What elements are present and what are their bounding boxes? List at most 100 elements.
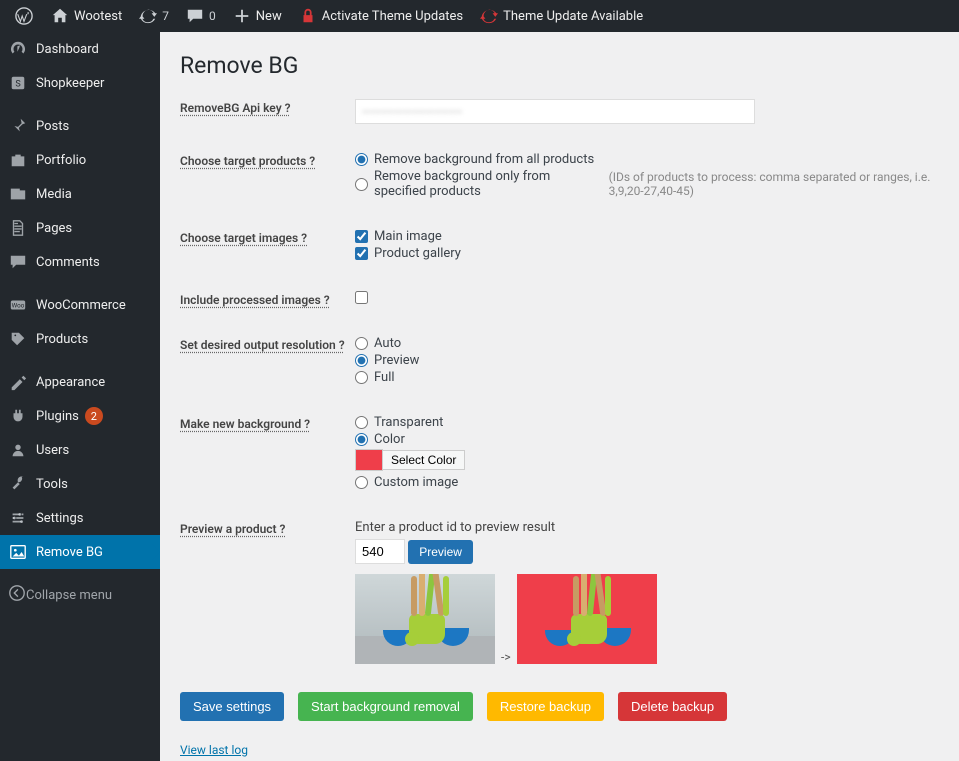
shopkeeper-icon: S <box>8 73 28 93</box>
update-available-icon <box>479 6 499 26</box>
menu-products[interactable]: Products <box>0 322 160 356</box>
page-content: Remove BG RemoveBG Api key ? Choose targ… <box>160 32 959 761</box>
admin-sidebar: Dashboard S Shopkeeper Posts Portfolio Me… <box>0 32 160 761</box>
svg-text:S: S <box>15 80 20 90</box>
collapse-icon <box>8 584 26 606</box>
update-icon <box>138 6 158 26</box>
comment-icon <box>185 6 205 26</box>
menu-woocommerce[interactable]: Woo WooCommerce <box>0 288 160 322</box>
users-icon <box>8 440 28 460</box>
wp-logo[interactable] <box>6 0 42 32</box>
new-content[interactable]: New <box>224 0 290 32</box>
menu-label: Settings <box>36 511 83 526</box>
product-gallery-check[interactable]: Product gallery <box>355 246 939 261</box>
preview-hint: Enter a product id to preview result <box>355 520 939 535</box>
res-full-radio[interactable]: Full <box>355 370 939 385</box>
theme-update-available[interactable]: Theme Update Available <box>471 0 651 32</box>
include-processed-label: Include processed images ? <box>180 291 355 307</box>
home-icon <box>50 6 70 26</box>
menu-posts[interactable]: Posts <box>0 109 160 143</box>
color-swatch <box>355 449 383 471</box>
menu-users[interactable]: Users <box>0 433 160 467</box>
target-specified-radio[interactable]: Remove background only from specified pr… <box>355 169 939 199</box>
preview-button[interactable]: Preview <box>408 540 473 564</box>
comments-count: 0 <box>209 9 216 23</box>
menu-label: Dashboard <box>36 42 99 57</box>
menu-label: Remove BG <box>36 545 103 560</box>
menu-label: WooCommerce <box>36 298 126 313</box>
activate-label: Activate Theme Updates <box>322 9 463 24</box>
menu-label: Products <box>36 332 88 347</box>
svg-text:Woo: Woo <box>12 302 25 310</box>
target-all-radio[interactable]: Remove background from all products <box>355 152 939 167</box>
main-image-check[interactable]: Main image <box>355 229 939 244</box>
image-icon <box>8 542 28 562</box>
menu-label: Posts <box>36 119 69 134</box>
media-icon <box>8 184 28 204</box>
res-auto-radio[interactable]: Auto <box>355 336 939 351</box>
preview-id-input[interactable] <box>355 539 405 564</box>
plugin-updates-badge: 2 <box>85 407 103 425</box>
pages-icon <box>8 218 28 238</box>
dashboard-icon <box>8 39 28 59</box>
menu-label: Tools <box>36 477 68 492</box>
menu-label: Pages <box>36 221 72 236</box>
tools-icon <box>8 474 28 494</box>
site-title: Wootest <box>74 9 122 24</box>
menu-remove-bg[interactable]: Remove BG <box>0 535 160 569</box>
menu-label: Media <box>36 187 72 202</box>
collapse-menu[interactable]: Collapse menu <box>0 577 160 613</box>
target-hint: (IDs of products to process: comma separ… <box>609 170 939 198</box>
menu-dashboard[interactable]: Dashboard <box>0 32 160 66</box>
menu-label: Shopkeeper <box>36 76 104 91</box>
menu-appearance[interactable]: Appearance <box>0 365 160 399</box>
menu-label: Comments <box>36 255 100 270</box>
appearance-icon <box>8 372 28 392</box>
select-color-button[interactable]: Select Color <box>382 450 465 470</box>
preview-arrow: -> <box>501 650 511 664</box>
comments[interactable]: 0 <box>177 0 224 32</box>
plus-icon <box>232 6 252 26</box>
portfolio-icon <box>8 150 28 170</box>
menu-settings[interactable]: Settings <box>0 501 160 535</box>
page-title: Remove BG <box>180 52 939 79</box>
woocommerce-icon: Woo <box>8 295 28 315</box>
menu-tools[interactable]: Tools <box>0 467 160 501</box>
new-label: New <box>256 9 282 24</box>
api-key-input[interactable] <box>355 99 755 124</box>
menu-label: Plugins <box>36 409 79 424</box>
include-processed-check[interactable] <box>355 291 368 304</box>
delete-backup-button[interactable]: Delete backup <box>618 692 727 721</box>
collapse-label: Collapse menu <box>26 588 112 603</box>
res-preview-radio[interactable]: Preview <box>355 353 939 368</box>
admin-toolbar: Wootest 7 0 New Activate Theme Updates T… <box>0 0 959 32</box>
menu-portfolio[interactable]: Portfolio <box>0 143 160 177</box>
menu-comments[interactable]: Comments <box>0 245 160 279</box>
products-icon <box>8 329 28 349</box>
activate-theme-updates[interactable]: Activate Theme Updates <box>290 0 471 32</box>
target-products-label: Choose target products ? <box>180 152 355 168</box>
restore-backup-button[interactable]: Restore backup <box>487 692 604 721</box>
resolution-label: Set desired output resolution ? <box>180 336 355 352</box>
bg-color-radio[interactable]: Color <box>355 432 939 447</box>
bg-custom-radio[interactable]: Custom image <box>355 475 939 490</box>
menu-label: Portfolio <box>36 153 86 168</box>
view-log-link[interactable]: View last log <box>180 743 248 757</box>
settings-icon <box>8 508 28 528</box>
start-removal-button[interactable]: Start background removal <box>298 692 473 721</box>
menu-media[interactable]: Media <box>0 177 160 211</box>
site-name[interactable]: Wootest <box>42 0 130 32</box>
menu-plugins[interactable]: Plugins 2 <box>0 399 160 433</box>
preview-before-image <box>355 574 495 664</box>
theme-update-label: Theme Update Available <box>503 9 643 24</box>
preview-after-image <box>517 574 657 664</box>
bg-label: Make new background ? <box>180 415 355 431</box>
comments-icon <box>8 252 28 272</box>
updates-count: 7 <box>162 9 169 23</box>
menu-pages[interactable]: Pages <box>0 211 160 245</box>
preview-label: Preview a product ? <box>180 520 355 536</box>
menu-shopkeeper[interactable]: S Shopkeeper <box>0 66 160 100</box>
save-settings-button[interactable]: Save settings <box>180 692 284 721</box>
bg-transparent-radio[interactable]: Transparent <box>355 415 939 430</box>
updates[interactable]: 7 <box>130 0 177 32</box>
